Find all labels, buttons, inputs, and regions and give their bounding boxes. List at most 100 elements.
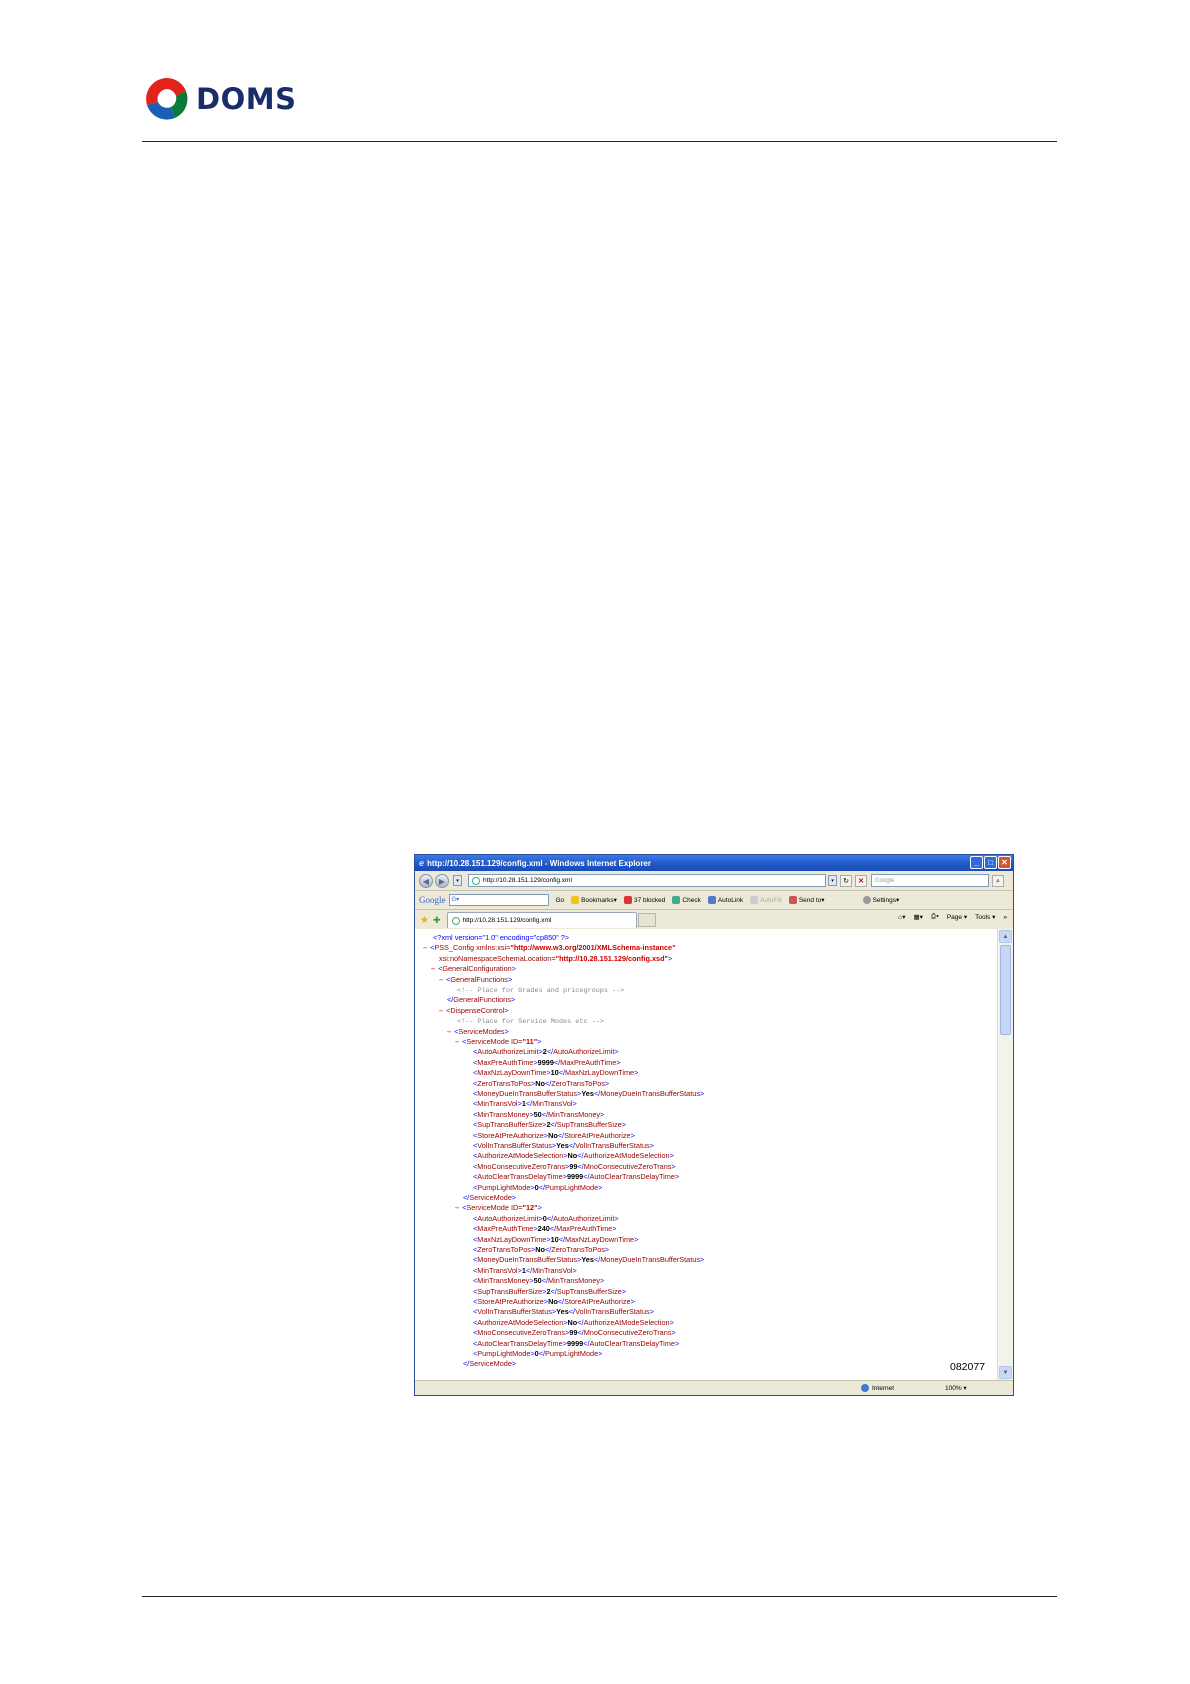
- service-mode-11-close: </ServiceMode>: [463, 1193, 517, 1202]
- close-button[interactable]: ✕: [998, 856, 1011, 869]
- favorites-star-icon[interactable]: ★: [420, 915, 429, 926]
- autolink-icon: [707, 896, 716, 904]
- xml-element-AuthorizeAtModeSelection: <AuthorizeAtModeSelection>No</AuthorizeA…: [473, 1151, 674, 1161]
- globe-icon: [861, 1384, 869, 1392]
- xml-element-AutoAuthorizeLimit: <AutoAuthorizeLimit>2</AutoAuthorizeLimi…: [473, 1047, 619, 1057]
- address-row: ◀ ▶ ▾ http://10.28.151.129/config.xml ▾ …: [415, 871, 1013, 891]
- autofill-button[interactable]: AutoFill: [750, 896, 782, 904]
- scroll-thumb[interactable]: [1000, 945, 1011, 1035]
- xml-content: <?xml version="1.0" encoding="cp850" ?> –…: [415, 929, 998, 1380]
- service-mode-12: – <ServiceMode ID="12">: [455, 1203, 542, 1213]
- xml-element-MinTransVol: <MinTransVol>1</MinTransVol>: [473, 1099, 577, 1109]
- autofill-icon: [750, 896, 759, 904]
- settings-icon: [862, 896, 871, 904]
- general-configuration: – <GeneralConfiguration>: [431, 964, 516, 974]
- feeds-icon[interactable]: ▦▾: [914, 913, 923, 921]
- header-rule: [142, 141, 1057, 142]
- star-icon: [571, 896, 580, 904]
- blocked-icon: [623, 896, 632, 904]
- tab-title: http://10.28.151.129/config.xml: [462, 917, 552, 924]
- xml-element-AutoClearTransDelayTime: <AutoClearTransDelayTime>9999</AutoClear…: [473, 1172, 680, 1182]
- popup-blocker[interactable]: 37 blocked: [623, 896, 665, 904]
- service-modes: – <ServiceModes>: [447, 1026, 509, 1036]
- search-input[interactable]: Google: [871, 874, 989, 887]
- autolink-button[interactable]: AutoLink: [707, 896, 743, 904]
- xml-element-MaxNzLayDownTime: <MaxNzLayDownTime>10</MaxNzLayDownTime>: [473, 1068, 639, 1078]
- doms-logo-icon: [146, 78, 188, 120]
- xml-element-PumpLightMode: <PumpLightMode>0</PumpLightMode>: [473, 1182, 603, 1192]
- xml-element-MinTransMoney: <MinTransMoney>50</MinTransMoney>: [473, 1109, 605, 1119]
- xml-element-MinTransVol: <MinTransVol>1</MinTransVol>: [473, 1265, 577, 1275]
- add-favorite-icon[interactable]: ✚: [433, 915, 441, 926]
- comment-grades: <!-- Place for Grades and pricegroups --…: [457, 987, 625, 995]
- xml-element-MoneyDueInTransBufferStatus: <MoneyDueInTransBufferStatus>Yes</MoneyD…: [473, 1255, 705, 1265]
- settings-button[interactable]: Settings▾: [862, 896, 899, 904]
- service-mode-11: – <ServiceMode ID="11">: [455, 1037, 542, 1046]
- root-schema-attr: xsi:noNamespaceSchemaLocation="http://10…: [439, 953, 673, 963]
- status-bar: Internet 100% ▾: [415, 1380, 1013, 1395]
- forward-icon[interactable]: ▶: [435, 873, 449, 888]
- check-button[interactable]: Check: [672, 896, 701, 904]
- brand-name: DOMS: [196, 82, 297, 116]
- xml-element-AutoClearTransDelayTime: <AutoClearTransDelayTime>9999</AutoClear…: [473, 1338, 680, 1348]
- google-search-box[interactable]: G▾: [448, 894, 549, 906]
- xml-element-PumpLightMode: <PumpLightMode>0</PumpLightMode>: [473, 1349, 603, 1358]
- title-bar: e http://10.28.151.129/config.xml - Wind…: [415, 855, 1013, 871]
- tab-config[interactable]: http://10.28.151.129/config.xml: [446, 912, 637, 928]
- xml-element-MoneyDueInTransBufferStatus: <MoneyDueInTransBufferStatus>Yes</MoneyD…: [473, 1089, 705, 1098]
- xml-element-StoreAtPreAuthorize: <StoreAtPreAuthorize>No</StoreAtPreAutho…: [473, 1130, 635, 1140]
- xml-element-AutoAuthorizeLimit: <AutoAuthorizeLimit>0</AutoAuthorizeLimi…: [473, 1213, 619, 1223]
- dispense-control: – <DispenseControl>: [439, 1005, 509, 1015]
- chevron-icon[interactable]: »: [1003, 914, 1007, 921]
- general-functions-close: </GeneralFunctions>: [447, 995, 516, 1005]
- address-text: http://10.28.151.129/config.xml: [483, 877, 572, 884]
- tools-menu[interactable]: Tools ▾: [975, 913, 995, 921]
- figure-number: 082077: [950, 1361, 986, 1373]
- tab-row: ★ ✚ http://10.28.151.129/config.xml ⌂▾ ▦…: [415, 910, 1013, 931]
- back-icon[interactable]: ◀: [419, 873, 433, 888]
- go-button[interactable]: Go: [556, 897, 565, 904]
- scroll-down-icon[interactable]: ▼: [999, 1366, 1012, 1379]
- xml-declaration: <?xml version="1.0" encoding="cp850" ?>: [433, 933, 570, 942]
- search-icon[interactable]: ⌕: [992, 874, 1004, 887]
- new-tab-button[interactable]: [637, 913, 656, 927]
- footer-rule: [142, 1596, 1057, 1597]
- address-bar[interactable]: http://10.28.151.129/config.xml: [468, 874, 826, 887]
- maximize-button[interactable]: □: [984, 856, 997, 869]
- ie-icon: e: [419, 858, 425, 868]
- bookmarks-button[interactable]: Bookmarks▾: [571, 896, 617, 904]
- refresh-icon[interactable]: ↻: [840, 874, 852, 887]
- xml-element-VolInTransBufferStatus: <VolInTransBufferStatus>Yes</VolInTransB…: [473, 1141, 654, 1150]
- xml-element-MinTransMoney: <MinTransMoney>50</MinTransMoney>: [473, 1276, 605, 1286]
- xml-element-ZeroTransToPos: <ZeroTransToPos>No</ZeroTransToPos>: [473, 1078, 610, 1088]
- general-functions: – <GeneralFunctions>: [439, 974, 513, 984]
- send-icon: [788, 896, 797, 904]
- xml-element-MaxPreAuthTime: <MaxPreAuthTime>9999</MaxPreAuthTime>: [473, 1057, 621, 1067]
- xml-element-MaxPreAuthTime: <MaxPreAuthTime>240</MaxPreAuthTime>: [473, 1224, 617, 1234]
- home-icon[interactable]: ⌂▾: [898, 913, 905, 921]
- vertical-scrollbar[interactable]: ▲ ▼: [997, 929, 1013, 1380]
- spellcheck-icon: [672, 896, 681, 904]
- print-icon[interactable]: ⎙▾: [931, 913, 939, 921]
- xml-element-VolInTransBufferStatus: <VolInTransBufferStatus>Yes</VolInTransB…: [473, 1307, 654, 1317]
- google-toolbar: Google G▾ Go Bookmarks▾ 37 blocked Check…: [415, 891, 1013, 910]
- service-mode-12-close: </ServiceMode>: [463, 1359, 517, 1369]
- xml-element-ZeroTransToPos: <ZeroTransToPos>No</ZeroTransToPos>: [473, 1245, 610, 1254]
- page-menu[interactable]: Page ▾: [947, 913, 967, 921]
- xml-element-SupTransBufferSize: <SupTransBufferSize>2</SupTransBufferSiz…: [473, 1286, 626, 1296]
- doms-logo: DOMS: [142, 74, 302, 130]
- google-logo: Google: [419, 895, 446, 905]
- zoom-level[interactable]: 100% ▾: [945, 1384, 967, 1392]
- xml-element-MaxNzLayDownTime: <MaxNzLayDownTime>10</MaxNzLayDownTime>: [473, 1234, 639, 1244]
- xml-element-AuthorizeAtModeSelection: <AuthorizeAtModeSelection>No</AuthorizeA…: [473, 1317, 674, 1327]
- address-dropdown-icon[interactable]: ▾: [828, 875, 837, 886]
- send-to-button[interactable]: Send to▾: [788, 896, 825, 904]
- xml-element-MnoConsecutiveZeroTrans: <MnoConsecutiveZeroTrans>99</MnoConsecut…: [473, 1328, 676, 1338]
- minimize-button[interactable]: _: [970, 856, 983, 869]
- xml-element-SupTransBufferSize: <SupTransBufferSize>2</SupTransBufferSiz…: [473, 1120, 626, 1130]
- history-dropdown-icon[interactable]: ▾: [453, 875, 462, 886]
- stop-icon[interactable]: ✕: [855, 874, 867, 887]
- page-icon: [472, 876, 480, 885]
- scroll-up-icon[interactable]: ▲: [999, 930, 1012, 943]
- xml-element-MnoConsecutiveZeroTrans: <MnoConsecutiveZeroTrans>99</MnoConsecut…: [473, 1161, 676, 1171]
